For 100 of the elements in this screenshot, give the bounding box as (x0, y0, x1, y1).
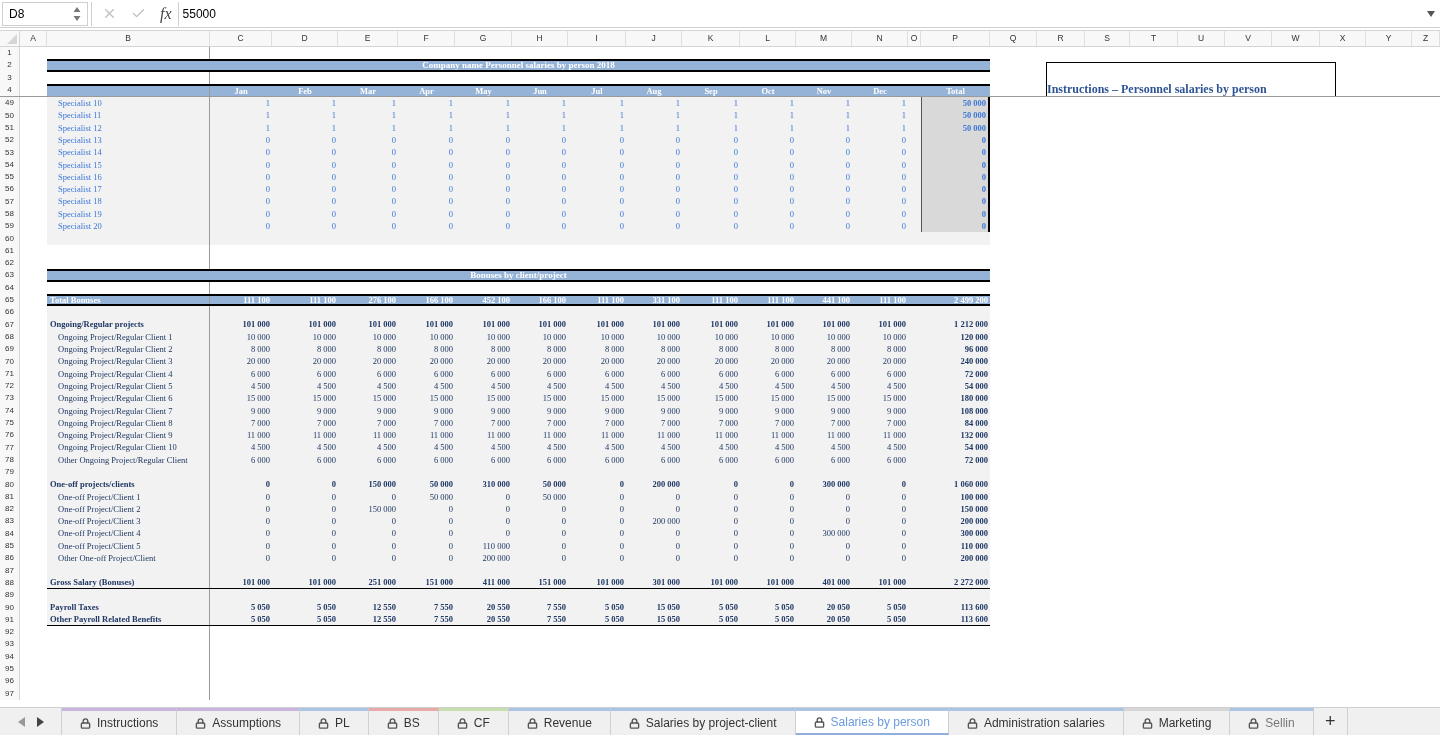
total-cell: 72 000 (964, 369, 988, 379)
table-cell: 10 000 (246, 332, 270, 342)
row-number: 62 (5, 259, 14, 268)
column-header[interactable]: N (876, 34, 883, 43)
table-cell: 6 000 (433, 369, 453, 379)
table-cell: 0 (448, 135, 453, 145)
column-header[interactable]: I (595, 34, 598, 43)
table-cell: 15 000 (826, 394, 850, 403)
table-cell: 7 550 (546, 615, 566, 624)
total-cell: 0 (981, 148, 986, 157)
table-cell: 331 100 (652, 295, 680, 305)
table-cell: 7 000 (604, 418, 624, 428)
month-header: Jun (533, 86, 547, 96)
table-cell: 20 000 (312, 357, 336, 366)
table-cell: 5 050 (604, 603, 624, 612)
sheet-tab[interactable]: Instructions (62, 708, 178, 735)
table-cell: 0 (845, 135, 850, 145)
table-cell: 0 (331, 172, 336, 182)
column-header[interactable]: Q (1009, 34, 1017, 43)
column-header[interactable]: H (536, 34, 543, 43)
table-cell: 0 (448, 160, 453, 170)
select-all-icon[interactable] (7, 34, 17, 44)
column-header[interactable]: G (479, 34, 487, 43)
column-header[interactable]: V (1245, 34, 1251, 43)
column-header[interactable]: K (707, 34, 714, 43)
next-sheet-icon[interactable] (36, 716, 44, 727)
column-header[interactable]: W (1291, 34, 1300, 43)
table-cell: 7 000 (774, 418, 794, 428)
sheet-tab[interactable]: PL (300, 708, 369, 735)
column-header[interactable]: Z (1422, 34, 1429, 43)
table-cell: 251 000 (368, 578, 396, 587)
table-cell: 0 (845, 517, 850, 526)
sheet-tab[interactable]: Assumptions (177, 708, 301, 735)
sheet-tab[interactable]: Administration salaries (948, 708, 1124, 735)
table-cell: 10 000 (882, 332, 906, 342)
column-header[interactable]: M (819, 34, 828, 43)
column-header[interactable]: D (301, 34, 308, 43)
table-cell: 20 550 (486, 615, 510, 624)
table-cell: 4 500 (718, 443, 738, 452)
table-cell: 1 (675, 111, 680, 120)
table-cell: 6 000 (718, 455, 738, 465)
table-cell: 15 000 (312, 394, 336, 403)
table-cell: 1 (391, 99, 396, 108)
table-cell: 0 (448, 172, 453, 182)
table-cell: 1 (845, 111, 850, 120)
table-cell: 0 (789, 135, 794, 145)
table-cell: 15 000 (429, 394, 453, 403)
table-cell: 10 000 (600, 332, 624, 342)
table-cell: 6 000 (774, 455, 794, 465)
sheet-tab[interactable]: Marketing (1123, 708, 1231, 735)
cancel-icon[interactable] (102, 6, 117, 21)
column-header[interactable]: T (1150, 34, 1157, 43)
sheet-tab[interactable]: Revenue (508, 708, 611, 735)
stepper-icon[interactable] (73, 5, 81, 22)
column-header[interactable]: J (651, 34, 656, 43)
table-cell: 310 000 (482, 480, 510, 489)
table-cell: 11 000 (429, 431, 453, 440)
table-cell: 0 (561, 135, 566, 145)
table-cell: 0 (391, 209, 396, 219)
sheet-tab[interactable]: Salaries by project-client (610, 708, 796, 735)
column-header[interactable]: R (1057, 34, 1064, 43)
table-cell: 452 100 (482, 295, 510, 305)
table-cell: 0 (561, 209, 566, 219)
column-header[interactable]: S (1104, 34, 1110, 43)
table-cell: 200 000 (482, 554, 510, 563)
column-header[interactable]: Y (1385, 34, 1392, 43)
sheet-tab[interactable]: CF (438, 708, 509, 735)
column-header[interactable]: A (30, 34, 36, 43)
table-cell: 9 000 (490, 406, 510, 415)
name-box[interactable]: D8 (2, 1, 88, 26)
table-cell: 8 000 (718, 345, 738, 354)
function-icon[interactable]: fx (160, 1, 172, 26)
table-cell: 101 000 (822, 320, 850, 329)
dropdown-icon[interactable] (1427, 10, 1435, 17)
table-cell: 0 (901, 135, 906, 145)
row-number: 73 (5, 394, 14, 403)
table-cell: 0 (265, 517, 270, 526)
column-header[interactable]: B (125, 34, 131, 43)
previous-sheet-icon[interactable] (17, 716, 25, 727)
column-header[interactable]: F (423, 34, 429, 43)
column-header[interactable]: U (1197, 34, 1205, 43)
add-sheet-button[interactable]: + (1313, 708, 1348, 735)
formula-field[interactable]: 55000 (178, 4, 1427, 23)
column-header[interactable]: L (765, 34, 770, 43)
table-cell: 6 000 (886, 455, 906, 465)
column-header[interactable]: X (1339, 34, 1346, 43)
column-header[interactable]: E (364, 34, 371, 43)
row-label: Ongoing Project/Regular Client 2 (58, 345, 173, 354)
column-header[interactable]: P (952, 34, 958, 43)
column-header[interactable]: O (910, 34, 918, 43)
table-cell: 0 (901, 185, 906, 194)
table-cell: 0 (331, 480, 336, 489)
table-cell: 10 000 (486, 332, 510, 342)
row-label: Payroll Taxes (50, 603, 99, 612)
table-cell: 20 550 (486, 603, 510, 612)
month-header: May (475, 86, 492, 96)
row-number: 97 (5, 689, 14, 698)
sheet-tab[interactable]: Sellin (1230, 708, 1314, 735)
sheet-tab[interactable]: BS (368, 708, 439, 735)
column-header[interactable]: C (237, 34, 244, 43)
